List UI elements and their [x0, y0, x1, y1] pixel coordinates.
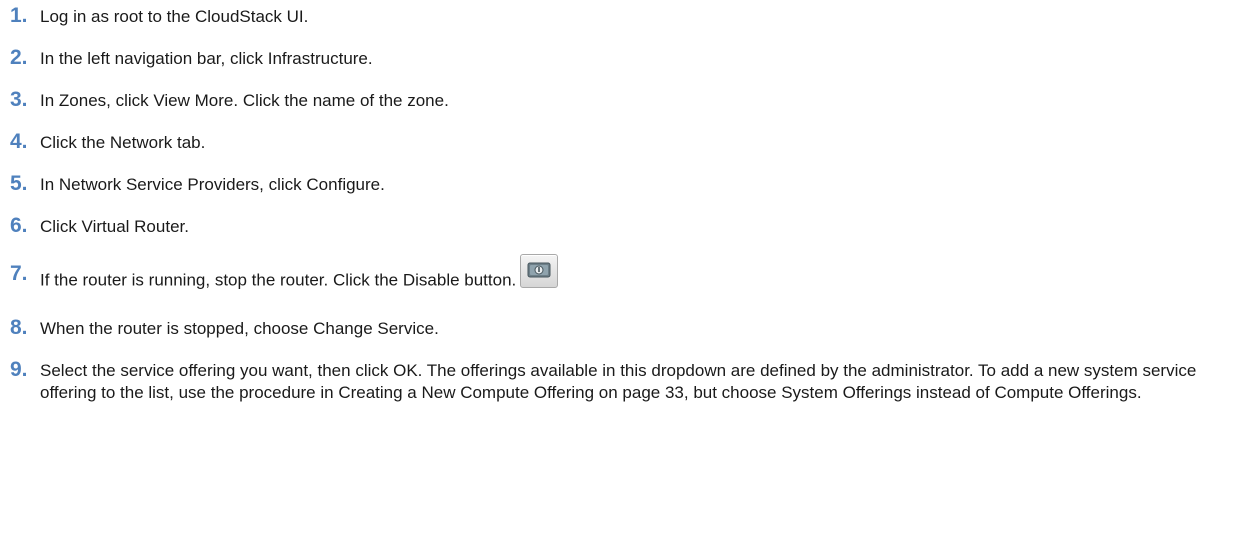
step-2: 2. In the left navigation bar, click Inf…	[10, 46, 1250, 70]
step-number: 7.	[10, 262, 28, 285]
step-number: 3.	[10, 88, 28, 111]
step-8: 8. When the router is stopped, choose Ch…	[10, 316, 1250, 340]
step-6: 6. Click Virtual Router.	[10, 214, 1250, 238]
step-1: 1. Log in as root to the CloudStack UI.	[10, 4, 1250, 28]
step-number: 8.	[10, 316, 28, 339]
step-text: Select the service offering you want, th…	[40, 361, 1197, 402]
step-text: When the router is stopped, choose Chang…	[40, 319, 439, 338]
step-number: 9.	[10, 358, 28, 381]
step-3: 3. In Zones, click View More. Click the …	[10, 88, 1250, 112]
step-number: 5.	[10, 172, 28, 195]
procedure-steps: 1. Log in as root to the CloudStack UI. …	[10, 4, 1250, 422]
step-number: 1.	[10, 4, 28, 27]
disable-router-icon	[520, 254, 559, 288]
step-text: Click Virtual Router.	[40, 217, 189, 236]
step-number: 4.	[10, 130, 28, 153]
step-text: Click the Network tab.	[40, 133, 206, 152]
step-text: Log in as root to the CloudStack UI.	[40, 7, 309, 26]
step-9: 9. Select the service offering you want,…	[10, 358, 1250, 404]
step-text: In Network Service Providers, click Conf…	[40, 175, 385, 194]
step-text: If the router is running, stop the route…	[40, 270, 517, 290]
step-text: In Zones, click View More. Click the nam…	[40, 91, 449, 110]
step-7: 7. If the router is running, stop the ro…	[10, 254, 1250, 298]
step-text-wrapper: If the router is running, stop the route…	[40, 254, 1250, 298]
step-number: 6.	[10, 214, 28, 237]
step-4: 4. Click the Network tab.	[10, 130, 1250, 154]
step-text: In the left navigation bar, click Infras…	[40, 49, 373, 68]
step-number: 2.	[10, 46, 28, 69]
step-5: 5. In Network Service Providers, click C…	[10, 172, 1250, 196]
